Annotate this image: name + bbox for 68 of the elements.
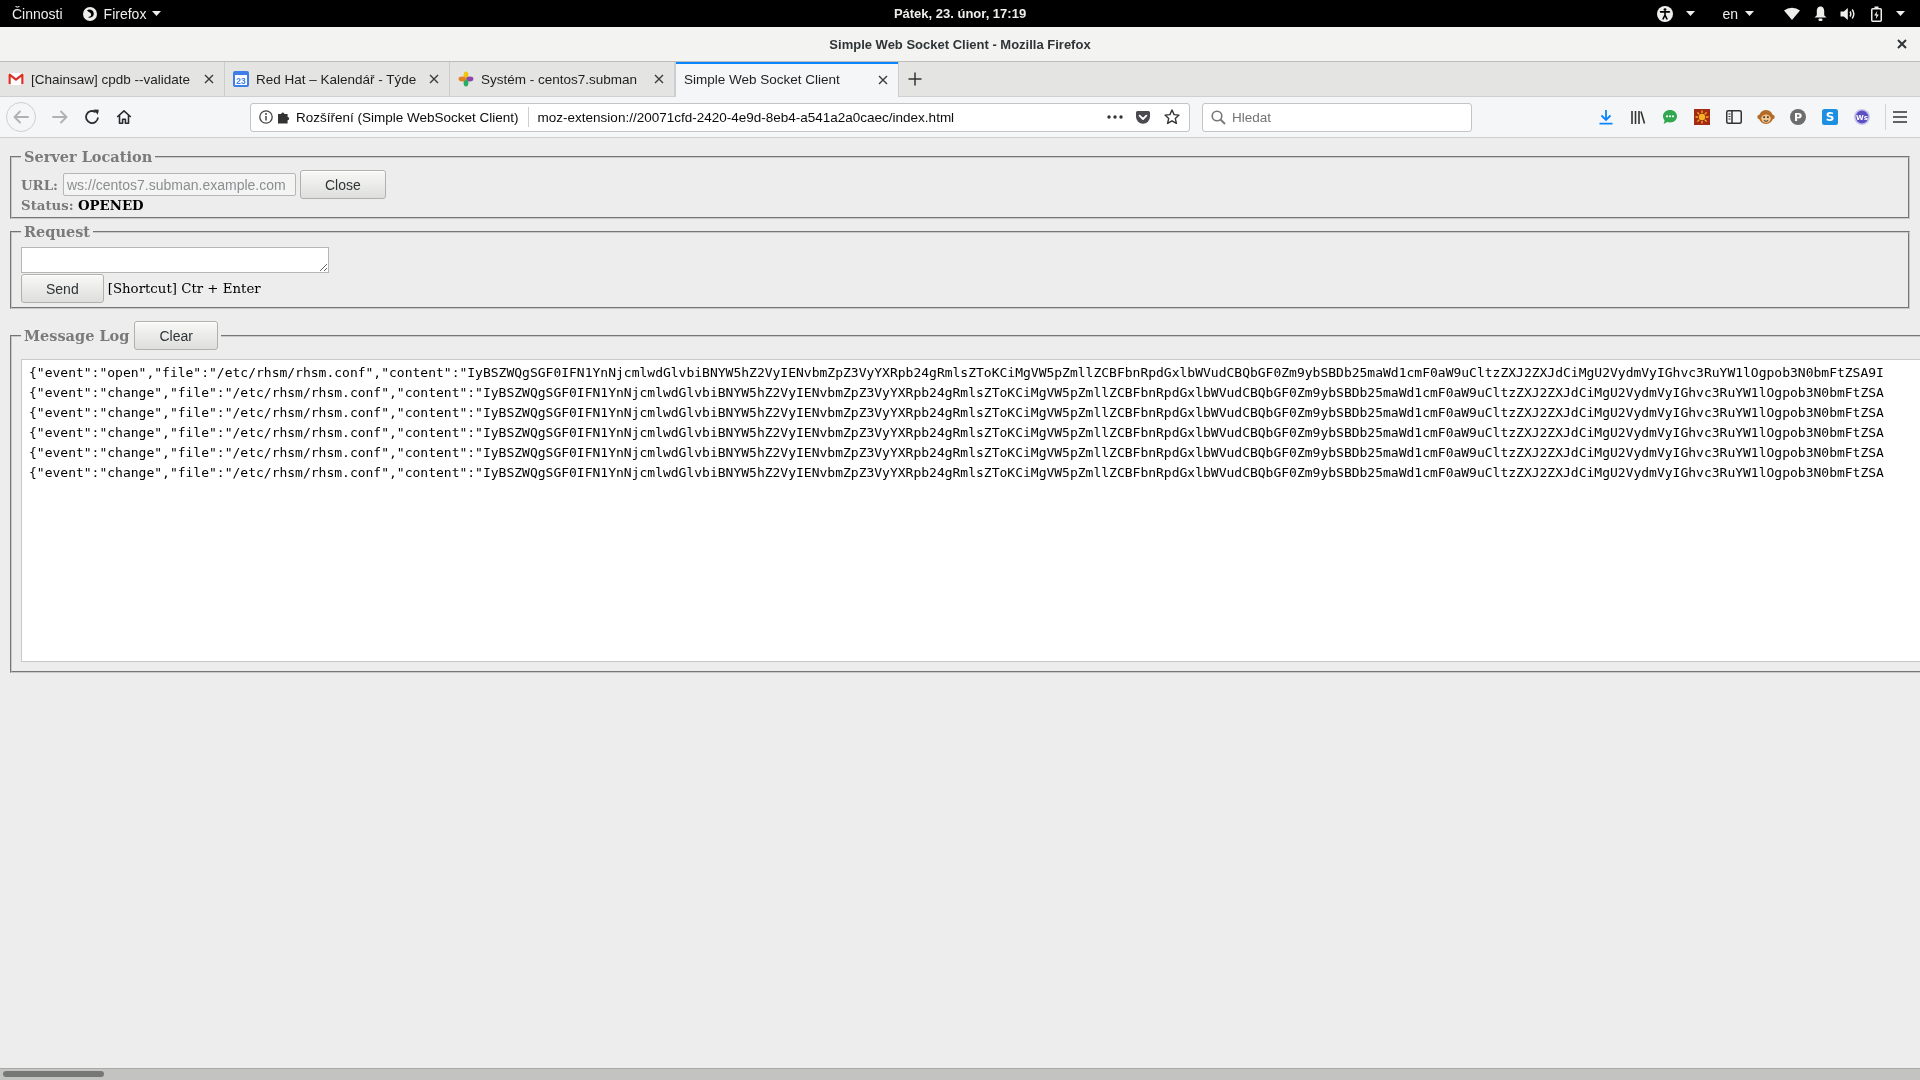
menu-icon[interactable] bbox=[1892, 110, 1908, 124]
shield-chevron-icon[interactable] bbox=[1135, 109, 1151, 125]
log-message: {"event":"change","file":"/etc/rhsm/rhsm.conf","content":"IyBSZWQgSGF0IFN1YnNjcmlwdGlvbiBNYW5hZ2VyIENvbmZpZ3VyYXRpb24gRmlsZToKCiMgVW5pZmllZCBFbnRpdGxlbWVudCBQbGF0Zm9ybSBDb25maWd1cmF0aW9uCltzZXJ2ZXJdCiMgU2VydmVyIGhvc3RuYW1lOgpob3N0bmFtZSA bbox=[29, 464, 1884, 482]
battery-icon[interactable] bbox=[1870, 5, 1882, 22]
browser-tab[interactable]: [Chainsaw] cpdb --validate bbox=[0, 62, 225, 96]
plus-icon[interactable] bbox=[908, 72, 922, 86]
bell-icon[interactable] bbox=[1813, 6, 1827, 21]
monkey-face-icon[interactable] bbox=[1757, 109, 1775, 125]
scrollbar-thumb[interactable] bbox=[3, 1071, 104, 1077]
accessibility-menu-button[interactable] bbox=[1657, 5, 1696, 22]
url-text[interactable]: moz-extension://20071cfd-2420-4e9d-8eb4-a541a2a0caec/index.html bbox=[537, 109, 955, 125]
log-message: {"event":"change","file":"/etc/rhsm/rhsm.conf","content":"IyBSZWQgSGF0IFN1YnNjcmlwdGlvbiBNYW5hZ2VyIENvbmZpZ3VyYXRpb24gRmlsZToKCiMgVW5pZmllZCBFbnRpdGxlbWVudCBQbGF0Zm9ybSBDb25maWd1cmF0aW9uCltzZXJ2ZXJdCiMgU2VydmVyIGhvc3RuYW1lOgpob3N0bmFtZSA bbox=[29, 404, 1884, 422]
address-bar[interactable]: Rozšíření (Simple WebSocket Client) moz-extension://20071cfd-2420-4e9d-8eb4-a541a2a0caec/index.html bbox=[250, 102, 1190, 132]
window-title: Simple Web Socket Client - Mozilla Firefox bbox=[829, 36, 1091, 52]
close-icon[interactable] bbox=[429, 74, 439, 84]
app-menu-button[interactable]: Firefox bbox=[82, 5, 162, 22]
letter-circle-icon[interactable]: P bbox=[1790, 109, 1806, 125]
status-label: Status: bbox=[21, 197, 74, 213]
caret-icon bbox=[1686, 11, 1696, 16]
search-icon bbox=[1211, 109, 1226, 125]
request-input[interactable] bbox=[21, 247, 329, 273]
volume-icon[interactable] bbox=[1840, 6, 1856, 21]
url-label: URL: bbox=[21, 176, 58, 193]
back-arrow-icon bbox=[13, 110, 29, 124]
home-icon[interactable] bbox=[116, 109, 132, 125]
send-button[interactable]: Send bbox=[21, 274, 104, 303]
download-icon[interactable] bbox=[1598, 109, 1614, 125]
keyboard-layout-button[interactable]: en bbox=[1722, 5, 1754, 22]
log-message: {"event":"change","file":"/etc/rhsm/rhsm.conf","content":"IyBSZWQgSGF0IFN1YnNjcmlwdGlvbiBNYW5hZ2VyIENvbmZpZ3VyYXRpb24gRmlsZToKCiMgVW5pZmllZCBFbnRpdGxlbWVudCBQbGF0Zm9ybSBDb25maWd1cmF0aW9uCltzZXJ2ZXJdCiMgU2VydmVyIGhvc3RuYW1lOgpob3N0bmFtZSA bbox=[29, 444, 1884, 462]
section-legend: Server Location bbox=[24, 148, 153, 165]
info-icon[interactable] bbox=[259, 110, 273, 124]
caret-icon bbox=[152, 11, 162, 16]
clock-button[interactable]: Pátek, 23. únor, 17:19 bbox=[893, 6, 1027, 21]
shortcut-hint: [Shortcut] Ctr + Enter bbox=[107, 281, 261, 296]
close-icon[interactable] bbox=[204, 74, 214, 84]
sun-tile-icon[interactable] bbox=[1694, 109, 1710, 125]
clear-button[interactable]: Clear bbox=[134, 321, 218, 350]
log-message: {"event":"change","file":"/etc/rhsm/rhsm.conf","content":"IyBSZWQgSGF0IFN1YnNjcmlwdGlvbiBNYW5hZ2VyIENvbmZpZ3VyYXRpb24gRmlsZToKCiMgVW5pZmllZCBFbnRpdGxlbWVudCBQbGF0Zm9ybSBDb25maWd1cmF0aW9uCltzZXJ2ZXJdCiMgU2VydmVyIGhvc3RuYW1lOgpob3N0bmFtZSA bbox=[29, 384, 1884, 402]
round-logo-icon bbox=[82, 6, 97, 21]
close-icon[interactable] bbox=[1897, 39, 1907, 49]
log-message: {"event":"open","file":"/etc/rhsm/rhsm.conf","content":"IyBSZWQgSGF0IFN1YnNjcmlwdGlvbiBNYW5hZ2VyIENvbmZpZ3VyYXRpb24gRmlsZToKCiMgVW5pZmllZCBFbnRpdGxlbWVudCBQbGF0Zm9ybSBDb25maWd1cmF0aW9uCltzZXJ2ZXJdCiMgU2VydmVyIGhvc3RuYW1lOgpob3N0bmFtZSA9I bbox=[29, 364, 1884, 382]
browser-tab[interactable]: 23 Red Hat – Kalendář - Týde bbox=[225, 62, 450, 96]
chat-bubble-icon[interactable] bbox=[1662, 109, 1678, 125]
library-icon[interactable] bbox=[1630, 109, 1646, 125]
identity-label[interactable]: Rozšíření (Simple WebSocket Client) bbox=[296, 109, 519, 125]
accessibility-icon bbox=[1657, 5, 1674, 22]
puzzle-icon bbox=[277, 110, 291, 124]
star-icon[interactable] bbox=[1164, 109, 1180, 125]
status-value: OPENED bbox=[77, 197, 144, 213]
log-message: {"event":"change","file":"/etc/rhsm/rhsm.conf","content":"IyBSZWQgSGF0IFN1YnNjcmlwdGlvbiBNYW5hZ2VyIENvbmZpZ3VyYXRpb24gRmlsZToKCiMgVW5pZmllZCBFbnRpdGxlbWVudCBQbGF0Zm9ybSBDb25maWd1cmF0aW9uCltzZXJ2ZXJdCiMgU2VydmVyIGhvc3RuYW1lOgpob3N0bmFtZSA bbox=[29, 424, 1884, 442]
caret-icon[interactable] bbox=[1895, 11, 1905, 16]
search-field[interactable]: Hledat bbox=[1202, 102, 1472, 132]
activities-button[interactable]: Činnosti bbox=[12, 5, 63, 22]
ellipsis-icon[interactable] bbox=[1107, 115, 1123, 119]
caret-icon bbox=[1745, 11, 1754, 16]
close-icon[interactable] bbox=[654, 74, 664, 84]
horizontal-scrollbar[interactable] bbox=[0, 1068, 1920, 1080]
sidebar-icon[interactable] bbox=[1726, 110, 1742, 124]
pinwheel-icon bbox=[458, 71, 474, 87]
browser-tab[interactable]: Simple Web Socket Client bbox=[675, 62, 899, 97]
close-connection-button[interactable]: Close bbox=[300, 170, 386, 199]
reload-icon[interactable] bbox=[84, 109, 100, 125]
section-legend: Request bbox=[24, 223, 91, 240]
section-legend: Message Log bbox=[24, 327, 130, 344]
wifi-icon[interactable] bbox=[1784, 7, 1800, 20]
envelope-icon bbox=[8, 73, 24, 85]
close-icon[interactable] bbox=[878, 74, 888, 85]
calendar-icon: 23 bbox=[233, 71, 249, 87]
